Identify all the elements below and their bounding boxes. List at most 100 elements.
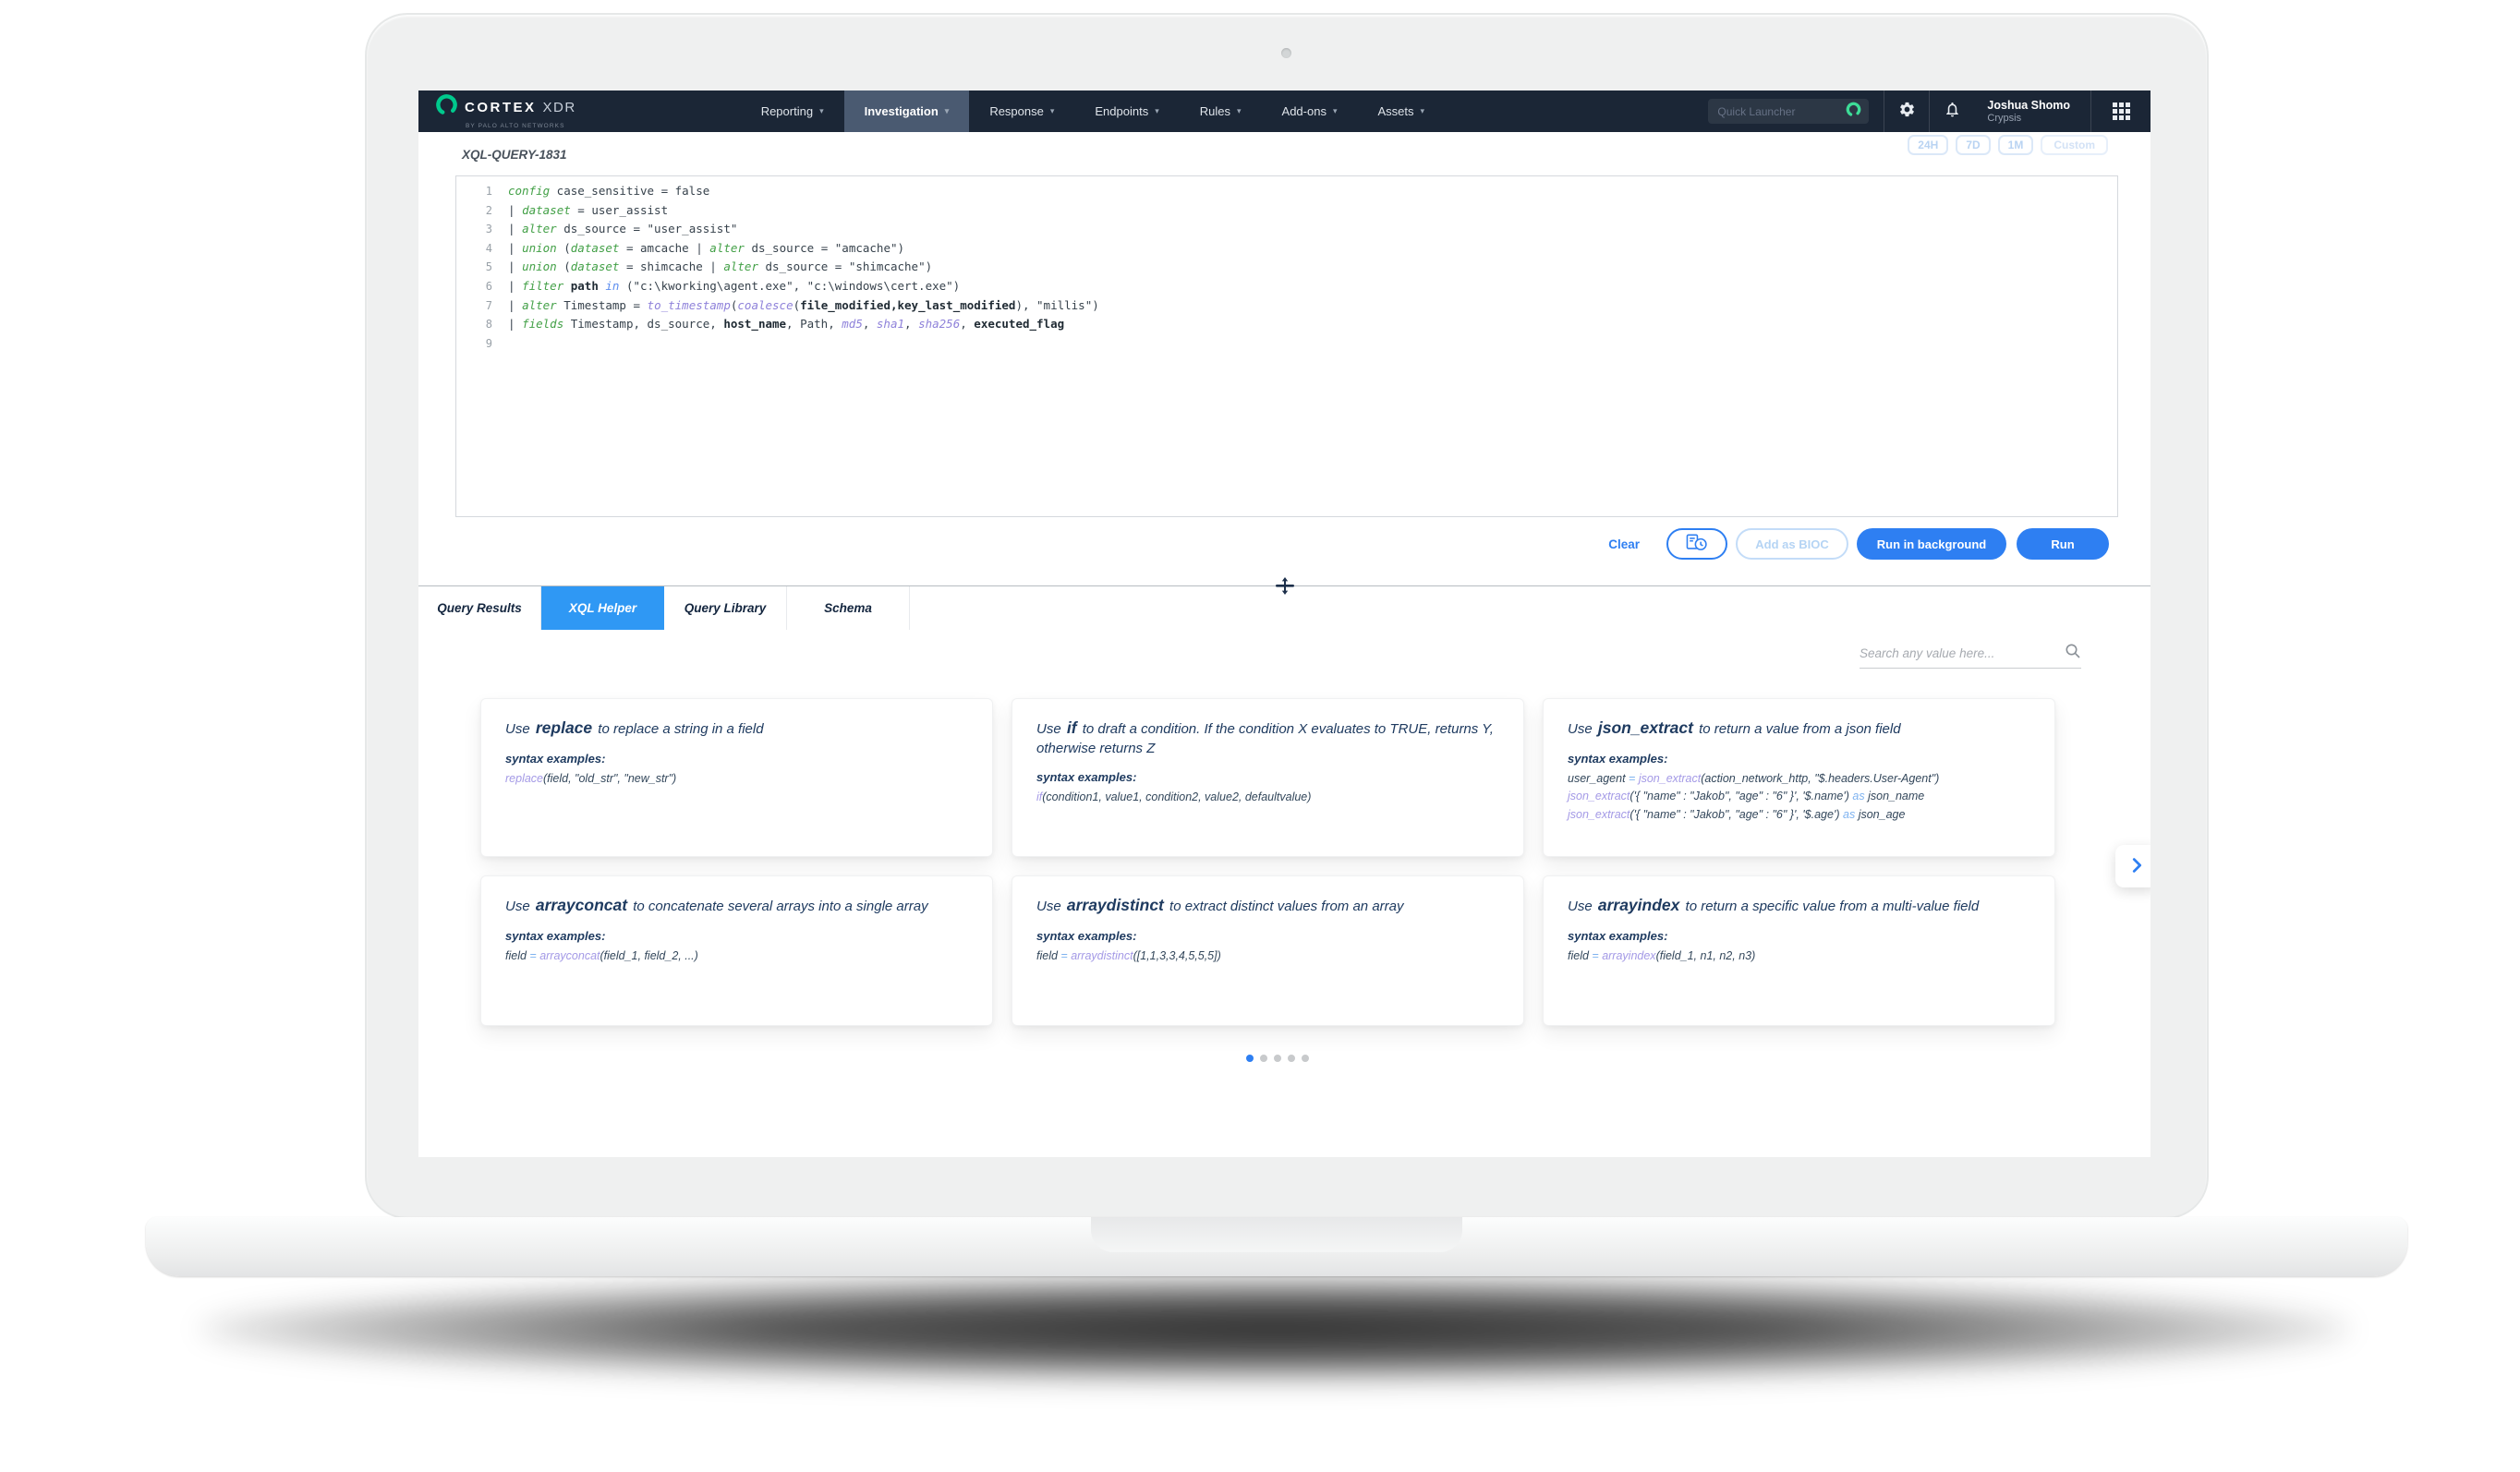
carousel-dot[interactable] [1274, 1055, 1281, 1062]
helper-card-title: Use arraydistinct to extract distinct va… [1036, 895, 1499, 917]
user-menu[interactable]: Joshua Shomo Crypsis [1974, 99, 2090, 124]
code-line[interactable]: 5 | union (dataset = shimcache | alter d… [456, 258, 2117, 277]
helper-card[interactable]: Use arraydistinct to extract distinct va… [1012, 875, 1524, 1026]
helper-card[interactable]: Use json_extract to return a value from … [1543, 698, 2055, 857]
code-text: | filter path in ("c:\kworking\agent.exe… [508, 277, 960, 296]
helper-card-title: Use arrayconcat to concatenate several a… [505, 895, 968, 917]
navbar-right: Joshua Shomo Crypsis [1708, 90, 2150, 132]
nav-menu-item[interactable]: Add-ons ▾ [1262, 90, 1358, 132]
nav-menu-item-label: Response [989, 104, 1044, 118]
helper-card[interactable]: Use arrayconcat to concatenate several a… [480, 875, 993, 1026]
brand-tagline: BY PALO ALTO NETWORKS [466, 123, 576, 129]
nav-menu-item-label: Add-ons [1282, 104, 1327, 118]
bell-icon [1944, 101, 1961, 123]
xql-code-editor[interactable]: 1 config case_sensitive = false 2 | data… [455, 175, 2118, 517]
code-line[interactable]: 7 | alter Timestamp = to_timestamp(coale… [456, 296, 2117, 316]
code-line[interactable]: 8 | fields Timestamp, ds_source, host_na… [456, 315, 2117, 334]
syntax-examples-label: syntax examples: [1036, 929, 1499, 943]
carousel-dot[interactable] [1288, 1055, 1295, 1062]
search-icon [2065, 643, 2081, 664]
apps-button[interactable] [2091, 103, 2150, 120]
nav-menu-item-label: Rules [1200, 104, 1230, 118]
line-number: 9 [456, 334, 508, 354]
user-name: Joshua Shomo [1987, 99, 2070, 112]
line-number: 4 [456, 239, 508, 259]
code-line[interactable]: 6 | filter path in ("c:\kworking\agent.e… [456, 277, 2117, 296]
chevron-down-icon: ▾ [819, 106, 824, 116]
line-number: 1 [456, 182, 508, 201]
cortex-xdr-logo[interactable]: CORTEX XDR BY PALO ALTO NETWORKS [418, 90, 593, 132]
quick-launcher-icon [1846, 102, 1861, 122]
nav-menu-item[interactable]: Response ▾ [969, 90, 1074, 132]
apps-grid-icon [2113, 103, 2130, 120]
laptop-shadow [199, 1274, 2351, 1383]
code-line[interactable]: 9 [456, 334, 2117, 354]
brand-name: CORTEX [465, 100, 537, 115]
clear-button[interactable]: Clear [1608, 537, 1640, 551]
carousel-next-button[interactable] [2115, 845, 2150, 887]
top-navbar: CORTEX XDR BY PALO ALTO NETWORKS Reporti… [418, 90, 2150, 132]
nav-menu-item[interactable]: Endpoints ▾ [1074, 90, 1179, 132]
syntax-examples: field = arrayconcat(field_1, field_2, ..… [505, 947, 968, 966]
line-number: 7 [456, 296, 508, 316]
code-text: | dataset = user_assist [508, 201, 668, 221]
code-line[interactable]: 2 | dataset = user_assist [456, 201, 2117, 221]
tab-query-results[interactable]: Query Results [418, 586, 541, 630]
line-number: 5 [456, 258, 508, 277]
laptop-base [146, 1217, 2407, 1276]
syntax-examples: user_agent = json_extract(action_network… [1568, 770, 2030, 825]
helper-cards: Use replace to replace a string in a fie… [480, 698, 2075, 1026]
time-range-24h[interactable]: 24H [1908, 135, 1948, 155]
nav-menu-item[interactable]: Assets ▾ [1357, 90, 1445, 132]
add-as-bioc-button[interactable]: Add as BIOC [1736, 528, 1848, 560]
code-text: | alter ds_source = "user_assist" [508, 220, 737, 239]
code-line[interactable]: 4 | union (dataset = amcache | alter ds_… [456, 239, 2117, 259]
time-range-1m[interactable]: 1M [1998, 135, 2034, 155]
code-text: | union (dataset = shimcache | alter ds_… [508, 258, 932, 277]
helper-card[interactable]: Use arrayindex to return a specific valu… [1543, 875, 2055, 1026]
query-actions: Clear Add as BIOC Run in background Run [1608, 528, 2109, 560]
gear-icon [1898, 101, 1916, 123]
brand-suffix: XDR [543, 100, 576, 115]
time-range-custom[interactable]: Custom [2041, 135, 2108, 155]
chevron-down-icon: ▾ [1050, 106, 1055, 116]
syntax-examples-label: syntax examples: [1568, 929, 2030, 943]
run-button[interactable]: Run [2017, 528, 2109, 560]
carousel-dot[interactable] [1302, 1055, 1309, 1062]
nav-menu-item[interactable]: Investigation ▾ [844, 90, 970, 132]
helper-card-title: Use if to draft a condition. If the cond… [1036, 718, 1499, 758]
carousel-pagination [480, 1055, 2075, 1062]
syntax-examples: field = arrayindex(field_1, n1, n2, n3) [1568, 947, 2030, 966]
schedule-query-button[interactable] [1666, 528, 1727, 560]
time-range-7d[interactable]: 7D [1956, 135, 1990, 155]
bottom-tabs: Query ResultsXQL HelperQuery LibrarySche… [418, 586, 910, 630]
quick-launcher-input[interactable] [1717, 105, 1846, 118]
code-text: | fields Timestamp, ds_source, host_name… [508, 315, 1064, 334]
carousel-dot[interactable] [1260, 1055, 1267, 1062]
nav-menu-item[interactable]: Rules ▾ [1180, 90, 1262, 132]
tab-query-library[interactable]: Query Library [664, 586, 787, 630]
notifications-button[interactable] [1930, 101, 1974, 123]
syntax-examples: replace(field, "old_str", "new_str") [505, 770, 968, 789]
app-screen: CORTEX XDR BY PALO ALTO NETWORKS Reporti… [418, 90, 2150, 1157]
carousel-dot[interactable] [1246, 1055, 1254, 1062]
run-in-background-button[interactable]: Run in background [1857, 528, 2006, 560]
line-number: 3 [456, 220, 508, 239]
code-text: config case_sensitive = false [508, 182, 709, 201]
tab-xql-helper[interactable]: XQL Helper [541, 586, 664, 630]
search-input[interactable] [1860, 646, 2065, 660]
helper-card[interactable]: Use replace to replace a string in a fie… [480, 698, 993, 857]
splitter-drag-handle-icon[interactable] [1272, 577, 1298, 599]
chevron-down-icon: ▾ [1421, 106, 1425, 116]
query-title: XQL-QUERY-1831 [462, 148, 567, 162]
code-line[interactable]: 3 | alter ds_source = "user_assist" [456, 220, 2117, 239]
nav-menu-item[interactable]: Reporting ▾ [741, 90, 844, 132]
quick-launcher[interactable] [1708, 99, 1869, 124]
helper-card[interactable]: Use if to draft a condition. If the cond… [1012, 698, 1524, 857]
settings-button[interactable] [1884, 101, 1929, 123]
line-number: 6 [456, 277, 508, 296]
line-number: 2 [456, 201, 508, 221]
chevron-right-icon [2126, 855, 2147, 878]
code-line[interactable]: 1 config case_sensitive = false [456, 182, 2117, 201]
tab-schema[interactable]: Schema [787, 586, 910, 630]
